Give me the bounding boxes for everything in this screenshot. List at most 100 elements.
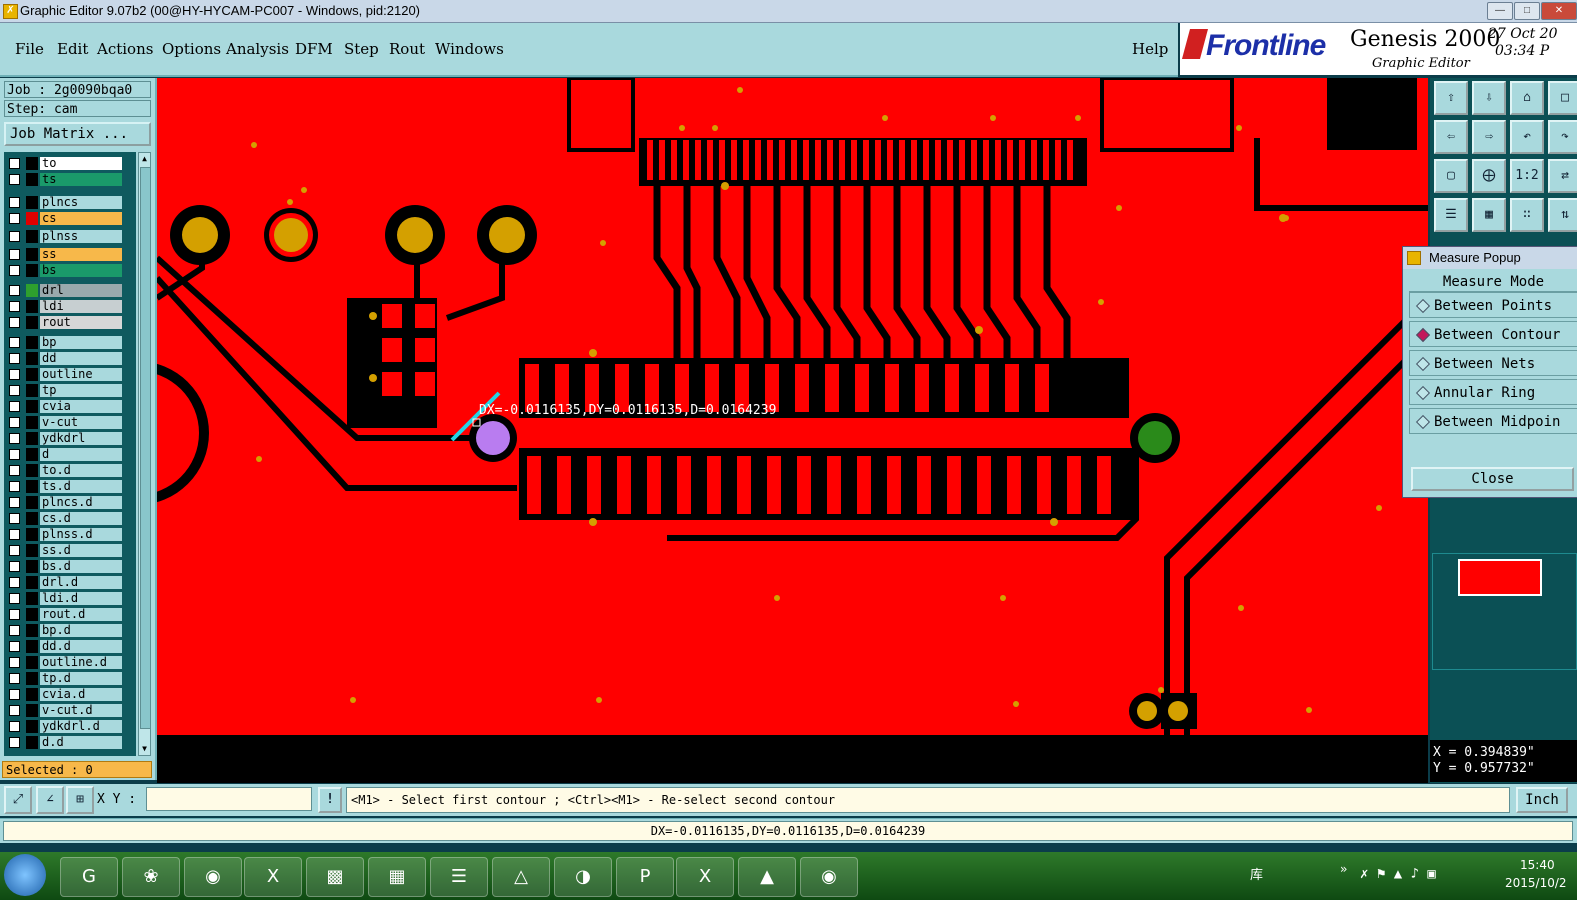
measure-popup-titlebar[interactable]: Measure Popup [1403, 247, 1577, 269]
scroll-up-icon[interactable]: ▲ [140, 154, 149, 164]
layer-name[interactable]: ldi.d [40, 592, 122, 605]
layer-name[interactable]: ts [40, 173, 122, 186]
layer-checkbox[interactable] [9, 433, 20, 444]
layer-checkbox[interactable] [9, 265, 20, 276]
menu-dfm[interactable]: DFM [295, 40, 333, 58]
layer-checkbox[interactable] [9, 369, 20, 380]
start-button[interactable] [4, 854, 46, 896]
taskbar-app-2-icon[interactable]: ❀ [122, 857, 180, 897]
layer-color-swatch[interactable] [26, 316, 38, 329]
home-icon[interactable]: ⌂ [1510, 81, 1544, 115]
layer-scrollbar[interactable]: ▲ ▼ [138, 152, 151, 756]
layer-color-swatch[interactable] [26, 672, 38, 685]
layer-row[interactable]: tp [4, 383, 136, 398]
grid-snap-icon[interactable]: ⊞ [66, 786, 94, 814]
layer-name[interactable]: rout.d [40, 608, 122, 621]
layer-name[interactable]: dd.d [40, 640, 122, 653]
taskbar-app-4-icon[interactable]: X [244, 857, 302, 897]
grid-icon[interactable]: ▦ [1472, 198, 1506, 232]
layer-row[interactable]: d [4, 447, 136, 462]
layer-name[interactable]: ss.d [40, 544, 122, 557]
layer-color-swatch[interactable] [26, 352, 38, 365]
layer-row[interactable]: cs.d [4, 511, 136, 526]
clock-time[interactable]: 15:40 [1520, 858, 1555, 872]
layer-color-swatch[interactable] [26, 284, 38, 297]
layer-checkbox[interactable] [9, 481, 20, 492]
taskbar-pdf-icon[interactable]: △ [492, 857, 550, 897]
layer-name[interactable]: plnss [40, 230, 122, 243]
menu-analysis[interactable]: Analysis [226, 40, 289, 58]
layer-checkbox[interactable] [9, 249, 20, 260]
layer-color-swatch[interactable] [26, 496, 38, 509]
layer-checkbox[interactable] [9, 497, 20, 508]
layer-color-swatch[interactable] [26, 608, 38, 621]
window-icon[interactable]: □ [1548, 81, 1577, 115]
layer-name[interactable]: outline [40, 368, 122, 381]
minimize-button[interactable]: — [1487, 2, 1513, 20]
layer-row[interactable]: bs [4, 263, 136, 278]
layer-checkbox[interactable] [9, 285, 20, 296]
layer-name[interactable]: outline.d [40, 656, 122, 669]
alert-icon[interactable]: ! [318, 787, 342, 813]
tray-label[interactable]: 库 [1250, 864, 1263, 883]
layer-row[interactable]: ss [4, 247, 136, 262]
layer-color-swatch[interactable] [26, 230, 38, 243]
option-between-nets[interactable]: Between Nets [1409, 350, 1577, 376]
taskbar-notepad-icon[interactable]: ☰ [430, 857, 488, 897]
menu-options[interactable]: Options [162, 40, 221, 58]
layer-name[interactable]: drl [40, 284, 122, 297]
job-matrix-button[interactable]: Job Matrix ... [4, 122, 151, 146]
layer-name[interactable]: ldi [40, 300, 122, 313]
graphic-canvas[interactable]: DX=-0.0116135,DY=0.0116135,D=0.0164239 [157, 78, 1428, 783]
layer-checkbox[interactable] [9, 641, 20, 652]
menu-rout[interactable]: Rout [389, 40, 425, 58]
layer-color-swatch[interactable] [26, 173, 38, 186]
layer-checkbox[interactable] [9, 213, 20, 224]
layer-row[interactable]: tp.d [4, 671, 136, 686]
layer-name[interactable]: d.d [40, 736, 122, 749]
menu-edit[interactable]: Edit [57, 40, 88, 58]
layer-row[interactable]: drl.d [4, 575, 136, 590]
layer-color-swatch[interactable] [26, 432, 38, 445]
menu-file[interactable]: File [15, 40, 44, 58]
layer-color-swatch[interactable] [26, 592, 38, 605]
layer-checkbox[interactable] [9, 529, 20, 540]
layer-color-swatch[interactable] [26, 656, 38, 669]
layer-checkbox[interactable] [9, 401, 20, 412]
layer-row[interactable]: to.d [4, 463, 136, 478]
layer-name[interactable]: tp [40, 384, 122, 397]
layer-name[interactable]: ydkdrl [40, 432, 122, 445]
layer-name[interactable]: bs [40, 264, 122, 277]
taskbar-calc-icon[interactable]: ▦ [368, 857, 426, 897]
layer-checkbox[interactable] [9, 174, 20, 185]
option-between-points[interactable]: Between Points [1409, 292, 1577, 318]
layer-name[interactable]: v-cut.d [40, 704, 122, 717]
snap-icon[interactable]: ∷ [1510, 198, 1544, 232]
zoom-down-icon[interactable]: ⇩ [1472, 81, 1506, 115]
layer-checkbox[interactable] [9, 737, 20, 748]
zoom-home-icon[interactable]: ⇧ [1434, 81, 1468, 115]
taskbar-save-icon[interactable]: ▩ [306, 857, 364, 897]
layer-name[interactable]: dd [40, 352, 122, 365]
layer-name[interactable]: ydkdrl.d [40, 720, 122, 733]
xy-input[interactable] [146, 787, 312, 811]
pan-right-icon[interactable]: ⇨ [1472, 120, 1506, 154]
layer-row[interactable]: bp [4, 335, 136, 350]
option-between-midpoints[interactable]: Between Midpoin [1409, 408, 1577, 434]
layer-checkbox[interactable] [9, 385, 20, 396]
layer-row[interactable]: ydkdrl [4, 431, 136, 446]
layer-name[interactable]: v-cut [40, 416, 122, 429]
taskbar-app-12-icon[interactable]: ▲ [738, 857, 796, 897]
taskbar-app-1-icon[interactable]: G [60, 857, 118, 897]
layer-color-swatch[interactable] [26, 704, 38, 717]
menu-help[interactable]: Help [1132, 40, 1168, 58]
taskbar-app-p-icon[interactable]: P [616, 857, 674, 897]
taskbar-app-13-icon[interactable]: ◉ [800, 857, 858, 897]
layer-row[interactable]: drl [4, 283, 136, 298]
layer-row[interactable]: d.d [4, 735, 136, 750]
layer-color-swatch[interactable] [26, 736, 38, 749]
layer-color-swatch[interactable] [26, 248, 38, 261]
layer-name[interactable]: plncs.d [40, 496, 122, 509]
layer-color-swatch[interactable] [26, 300, 38, 313]
layer-color-swatch[interactable] [26, 400, 38, 413]
